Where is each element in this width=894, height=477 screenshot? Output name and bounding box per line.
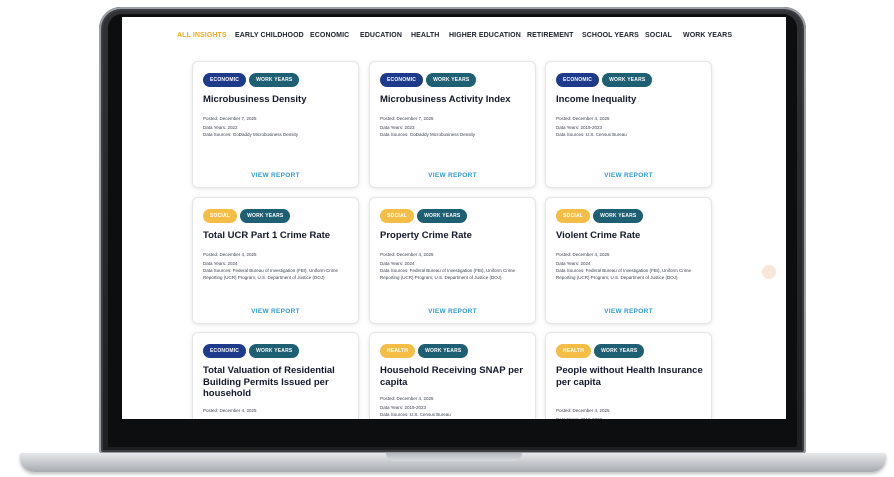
tag-list: ECONOMIC WORK YEARS xyxy=(556,73,653,87)
tag-work-years[interactable]: WORK YEARS xyxy=(249,73,300,87)
tag-work-years[interactable]: WORK YEARS xyxy=(249,344,300,358)
insight-card[interactable]: HEALTH WORK YEARS People without Health In… xyxy=(545,332,712,419)
tag-work-years[interactable]: WORK YEARS xyxy=(594,344,645,358)
card-title[interactable]: Household Receiving SNAP per capita xyxy=(380,365,530,388)
insight-card[interactable]: ECONOMIC WORK YEARS Total Valuation of Res… xyxy=(192,332,359,419)
nav-item-education[interactable]: EDUCATION xyxy=(360,32,402,39)
tag-health[interactable]: HEALTH xyxy=(380,344,416,358)
tag-list: ECONOMIC WORK YEARS xyxy=(203,344,300,358)
tag-list: ECONOMIC WORK YEARS xyxy=(380,73,477,87)
tag-list: SOCIAL WORK YEARS xyxy=(380,209,468,223)
tag-economic[interactable]: ECONOMIC xyxy=(203,344,247,358)
posted-date: Posted: December 4, 2025 xyxy=(203,407,257,413)
tag-list: ECONOMIC WORK YEARS xyxy=(203,73,300,87)
insight-card[interactable]: SOCIAL WORK YEARS Violent Crime Rate Posted… xyxy=(545,197,712,324)
nav-item-economic[interactable]: ECONOMIC xyxy=(310,32,349,39)
data-years: Data Years: 2022 xyxy=(203,125,238,130)
tag-list: SOCIAL WORK YEARS xyxy=(556,209,644,223)
data-sources: Data Sources: GoDaddy Microbusiness Dens… xyxy=(380,132,476,137)
view-report-link[interactable]: VIEW REPORT xyxy=(370,172,535,179)
tag-list: HEALTH WORK YEARS xyxy=(556,344,645,358)
data-years: Data Years: 2019-2023 xyxy=(556,125,603,130)
data-sources: Data Sources: U.S. Census Bureau xyxy=(556,132,627,137)
posted-date: Posted: December 4, 2025 xyxy=(556,407,610,413)
insight-card[interactable]: ECONOMIC WORK YEARS Income Inequality Poste… xyxy=(545,61,712,188)
nav-item-retirement[interactable]: RETIREMENT xyxy=(527,32,574,39)
browser-screen: ALL INSIGHTS EARLY CHILDHOOD ECONOMIC EDUCA… xyxy=(122,17,786,419)
data-years: Data Years: 2024 xyxy=(380,261,415,266)
data-years: Data Years: 2019-2023 xyxy=(556,416,603,420)
view-report-link[interactable]: VIEW REPORT xyxy=(546,172,711,179)
tag-social[interactable]: SOCIAL xyxy=(203,209,238,223)
data-sources: Data Sources: Federal Bureau of Investig… xyxy=(556,268,692,280)
tag-health[interactable]: HEALTH xyxy=(556,344,592,358)
data-years: Data Years: 2023 xyxy=(380,125,415,130)
tag-economic[interactable]: ECONOMIC xyxy=(556,73,600,87)
posted-date: Posted: December 4, 2025 xyxy=(203,252,257,257)
tag-work-years[interactable]: WORK YEARS xyxy=(593,209,644,223)
insight-card[interactable]: SOCIAL WORK YEARS Property Crime Rate Poste… xyxy=(369,197,536,324)
insight-card[interactable]: SOCIAL WORK YEARS Total UCR Part 1 Crime R… xyxy=(192,197,359,324)
insight-card[interactable]: ECONOMIC WORK YEARS Microbusiness Activity… xyxy=(369,61,536,188)
tag-work-years[interactable]: WORK YEARS xyxy=(602,73,653,87)
tag-social[interactable]: SOCIAL xyxy=(380,209,415,223)
tag-work-years[interactable]: WORK YEARS xyxy=(418,344,469,358)
laptop-opening-notch xyxy=(386,453,522,461)
data-sources: Data Sources: U.S. Census Bureau xyxy=(380,412,451,417)
posted-date: Posted: December 4, 2025 xyxy=(556,116,610,121)
tag-social[interactable]: SOCIAL xyxy=(556,209,591,223)
tag-economic[interactable]: ECONOMIC xyxy=(380,73,424,87)
category-nav: ALL INSIGHTS EARLY CHILDHOOD ECONOMIC EDUCA… xyxy=(122,32,786,44)
nav-item-school-years[interactable]: SCHOOL YEARS xyxy=(582,32,639,39)
view-report-link[interactable]: VIEW REPORT xyxy=(193,308,358,315)
data-years: Data Years: 2024 xyxy=(556,261,591,266)
nav-item-early-childhood[interactable]: EARLY CHILDHOOD xyxy=(235,32,304,39)
card-title[interactable]: Income Inequality xyxy=(556,94,706,106)
card-title[interactable]: Total Valuation of Residential Building … xyxy=(203,365,353,400)
data-sources: Data Sources: Federal Bureau of Investig… xyxy=(203,268,339,280)
posted-date: Posted: December 4, 2025 xyxy=(380,396,434,401)
nav-item-work-years[interactable]: WORK YEARS xyxy=(683,32,732,39)
data-sources: Data Sources: GoDaddy Microbusiness Dens… xyxy=(203,132,299,137)
posted-date: Posted: December 7, 2025 xyxy=(380,116,434,121)
view-report-link[interactable]: VIEW REPORT xyxy=(546,308,711,315)
view-report-link[interactable]: VIEW REPORT xyxy=(370,308,535,315)
card-title[interactable]: People without Health Insurance per capi… xyxy=(556,365,706,388)
card-title[interactable]: Microbusiness Activity Index xyxy=(380,94,530,106)
insight-card[interactable]: HEALTH WORK YEARS Household Receiving SNAP… xyxy=(369,332,536,419)
data-years: Data Years: 2024 xyxy=(203,261,238,266)
card-title[interactable]: Property Crime Rate xyxy=(380,230,530,242)
tag-work-years[interactable]: WORK YEARS xyxy=(417,209,468,223)
tag-work-years[interactable]: WORK YEARS xyxy=(426,73,477,87)
nav-item-social[interactable]: SOCIAL xyxy=(645,32,672,39)
posted-date: Posted: December 4, 2025 xyxy=(380,252,434,257)
data-years: Data Years: 2019-2023 xyxy=(380,405,427,410)
tag-list: HEALTH WORK YEARS xyxy=(380,344,469,358)
view-report-link[interactable]: VIEW REPORT xyxy=(193,172,358,179)
scroll-to-top-button[interactable] xyxy=(762,265,776,279)
card-title[interactable]: Violent Crime Rate xyxy=(556,230,706,242)
tag-work-years[interactable]: WORK YEARS xyxy=(240,209,291,223)
card-title[interactable]: Total UCR Part 1 Crime Rate xyxy=(203,230,353,242)
nav-item-all-insights[interactable]: ALL INSIGHTS xyxy=(177,32,227,39)
data-sources: Data Sources: Federal Bureau of Investig… xyxy=(380,268,516,280)
insight-card[interactable]: ECONOMIC WORK YEARS Microbusiness Density P… xyxy=(192,61,359,188)
card-title[interactable]: Microbusiness Density xyxy=(203,94,353,106)
tag-economic[interactable]: ECONOMIC xyxy=(203,73,247,87)
posted-date: Posted: December 7, 2025 xyxy=(203,116,257,121)
posted-date: Posted: December 4, 2025 xyxy=(556,252,610,257)
tag-list: SOCIAL WORK YEARS xyxy=(203,209,291,223)
nav-item-higher-education[interactable]: HIGHER EDUCATION xyxy=(449,32,521,39)
nav-item-health[interactable]: HEALTH xyxy=(411,32,439,39)
